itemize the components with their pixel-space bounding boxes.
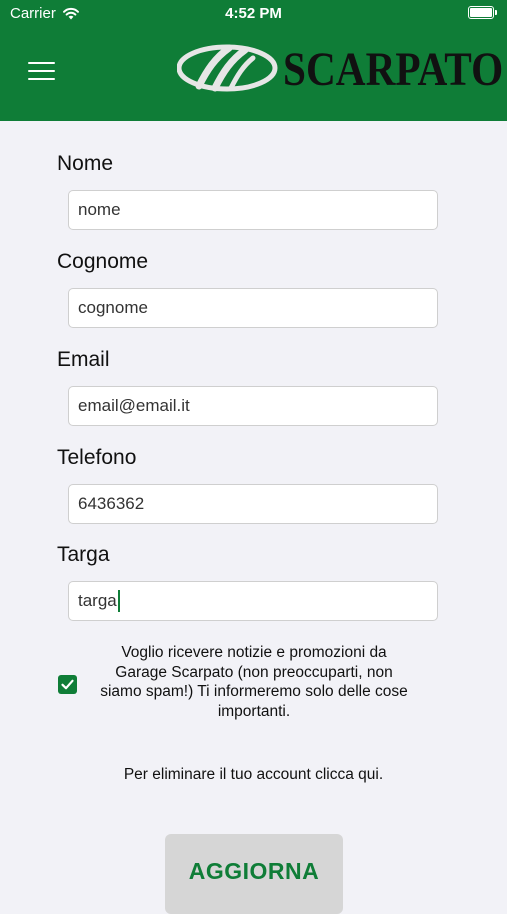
cognome-value: cognome (78, 298, 148, 317)
app-header: Carrier 4:52 PM SCARPATO (0, 0, 507, 121)
cognome-label: Cognome (57, 250, 149, 273)
email-label: Email (57, 348, 110, 371)
status-time: 4:52 PM (225, 5, 282, 22)
targa-value: targa (78, 591, 117, 610)
nome-input[interactable]: nome (68, 190, 438, 230)
update-button[interactable]: AGGIORNA (165, 834, 343, 914)
scarpato-logo: SCARPATO (177, 40, 503, 98)
telefono-input[interactable]: 6436362 (68, 484, 438, 524)
logo-emblem-icon (177, 44, 278, 92)
nome-value: nome (78, 200, 121, 219)
telefono-value: 6436362 (78, 494, 145, 513)
hamburger-menu-icon[interactable] (28, 62, 55, 80)
logo-text: SCARPATO (283, 43, 504, 96)
delete-account-link[interactable]: Per eliminare il tuo account clicca qui. (0, 766, 507, 784)
cognome-input[interactable]: cognome (68, 288, 438, 328)
checkmark-icon (61, 679, 74, 690)
email-input[interactable]: email@email.it (68, 386, 438, 426)
text-caret (117, 590, 120, 612)
nome-label: Nome (57, 152, 114, 175)
battery-icon (468, 6, 497, 19)
telefono-label: Telefono (57, 446, 137, 469)
consent-text: Voglio ricevere notizie e promozioni da … (100, 644, 408, 720)
targa-label: Targa (57, 543, 110, 566)
consent-checkbox[interactable] (58, 675, 77, 694)
email-value: email@email.it (78, 396, 190, 415)
targa-input[interactable]: targa (68, 581, 438, 621)
